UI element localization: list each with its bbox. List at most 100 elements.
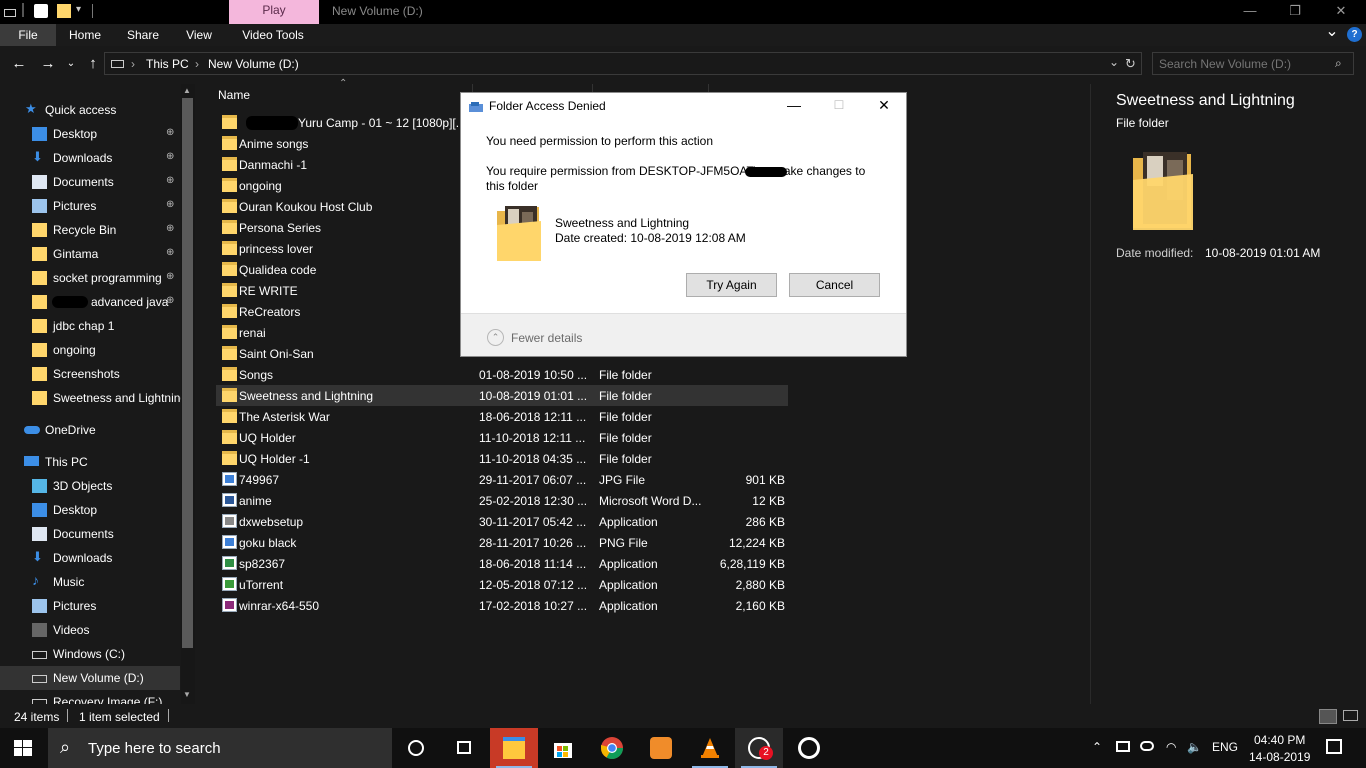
sidebar-item-documents[interactable]: Documents	[0, 522, 180, 546]
large-icons-view-icon[interactable]	[1343, 710, 1358, 721]
column-header-name[interactable]: Name	[218, 88, 250, 102]
tab-home[interactable]: Home	[62, 24, 108, 46]
expand-ribbon-button[interactable]: ⌄	[1322, 21, 1342, 43]
groove-taskbar-button[interactable]	[785, 728, 833, 768]
scroll-up-icon[interactable]: ▲	[183, 86, 191, 95]
up-arrow-icon[interactable]: ↑	[83, 55, 103, 73]
tab-file[interactable]: File	[0, 24, 56, 46]
folder-row[interactable]: UQ Holder 11-10-2018 12:11 ... File folder	[216, 427, 788, 448]
forward-arrow-icon[interactable]: →	[38, 55, 58, 73]
pin-icon[interactable]: ⊕	[166, 271, 174, 282]
maximize-button[interactable]: ❐	[1272, 0, 1318, 24]
nav-scrollbar[interactable]: ▲ ▼	[181, 84, 195, 704]
file-row[interactable]: winrar-x64-550 17-02-2018 10:27 ... Applic…	[216, 595, 788, 616]
nav-scroll-thumb[interactable]	[182, 98, 193, 648]
sidebar-item-gintama[interactable]: Gintama ⊕	[0, 242, 180, 266]
pin-icon[interactable]: ⊕	[166, 247, 174, 258]
folder-row[interactable]: Sweetness and Lightning 10-08-2019 01:01 …	[216, 385, 788, 406]
sidebar-item-3d-objects[interactable]: 3D Objects	[0, 474, 180, 498]
file-row[interactable]: goku black 28-11-2017 10:26 ... PNG File 12…	[216, 532, 788, 553]
sidebar-item-downloads[interactable]: ⬇ Downloads ⊕	[0, 146, 180, 170]
sidebar-item-desktop[interactable]: Desktop ⊕	[0, 122, 180, 146]
app-taskbar-button[interactable]	[637, 728, 685, 768]
tab-video-tools[interactable]: Video Tools	[234, 24, 312, 46]
scroll-down-icon[interactable]: ▼	[183, 690, 191, 699]
search-icon[interactable]: ⌕	[1335, 56, 1342, 71]
sidebar-item-recycle-bin[interactable]: Recycle Bin ⊕	[0, 218, 180, 242]
pin-icon[interactable]: ⊕	[166, 223, 174, 234]
minimize-button[interactable]: —	[1227, 0, 1273, 24]
whatsapp-taskbar-button[interactable]: 2	[735, 728, 783, 768]
chrome-taskbar-button[interactable]	[588, 728, 636, 768]
properties-icon[interactable]	[34, 4, 48, 18]
sidebar-item-screenshots[interactable]: Screenshots	[0, 362, 180, 386]
file-row[interactable]: sp82367 18-06-2018 11:14 ... Application 6,…	[216, 553, 788, 574]
drive-icon[interactable]	[4, 9, 16, 17]
sidebar-item-pictures[interactable]: Pictures	[0, 594, 180, 618]
store-taskbar-button[interactable]	[539, 728, 587, 768]
pin-icon[interactable]: ⊕	[166, 175, 174, 186]
taskbar-search-placeholder[interactable]: Type here to search	[88, 740, 221, 757]
clock-date[interactable]: 14-08-2019	[1249, 750, 1310, 764]
pin-icon[interactable]: ⊕	[166, 127, 174, 138]
sidebar-item-advanced-java[interactable]: advanced java ⊕	[0, 290, 180, 314]
customize-qa-icon[interactable]: ▾	[76, 4, 90, 18]
file-explorer-taskbar-button[interactable]	[490, 728, 538, 768]
tab-share[interactable]: Share	[120, 24, 166, 46]
sidebar-item-pictures[interactable]: Pictures ⊕	[0, 194, 180, 218]
sidebar-item-new-volume-d-[interactable]: New Volume (D:)	[0, 666, 180, 690]
breadcrumb-this-pc[interactable]: This PC	[146, 57, 189, 71]
vlc-taskbar-button[interactable]	[686, 728, 734, 768]
try-again-button[interactable]: Try Again	[686, 273, 777, 297]
file-row[interactable]: uTorrent 12-05-2018 07:12 ... Application 2…	[216, 574, 788, 595]
sidebar-item-onedrive[interactable]: OneDrive	[0, 418, 180, 442]
task-view-button[interactable]	[440, 728, 488, 768]
wifi-icon[interactable]: ◠	[1166, 740, 1176, 754]
sidebar-item-this-pc[interactable]: This PC	[0, 450, 180, 474]
sidebar-item-videos[interactable]: Videos	[0, 618, 180, 642]
tab-view[interactable]: View	[178, 24, 220, 46]
play-context-tab[interactable]: Play	[229, 0, 319, 24]
fewer-details-toggle[interactable]: Fewer details	[511, 331, 582, 345]
folder-row[interactable]: The Asterisk War 18-06-2018 12:11 ... File…	[216, 406, 788, 427]
dialog-close-button[interactable]: ✕	[861, 93, 907, 119]
battery-icon[interactable]	[1116, 741, 1130, 752]
pin-icon[interactable]: ⊕	[166, 151, 174, 162]
show-hidden-icons-icon[interactable]: ⌃	[1092, 740, 1102, 754]
clock-time[interactable]: 04:40 PM	[1254, 733, 1305, 747]
sidebar-item-documents[interactable]: Documents ⊕	[0, 170, 180, 194]
sidebar-item-recovery-image-f-[interactable]: Recovery Image (F:)	[0, 690, 180, 704]
sidebar-item-socket-programming[interactable]: socket programming ⊕	[0, 266, 180, 290]
refresh-icon[interactable]: ↻	[1125, 56, 1136, 72]
search-box[interactable]: ⌕	[1152, 52, 1354, 75]
help-icon[interactable]: ?	[1347, 27, 1362, 42]
recent-locations-icon[interactable]: ⌄	[63, 55, 79, 73]
file-row[interactable]: 749967 29-11-2017 06:07 ... JPG File 901 KB	[216, 469, 788, 490]
sidebar-item-windows-c-[interactable]: Windows (C:)	[0, 642, 180, 666]
language-indicator[interactable]: ENG	[1212, 740, 1238, 754]
onedrive-tray-icon[interactable]	[1140, 741, 1154, 751]
pin-icon[interactable]: ⊕	[166, 295, 174, 306]
cortana-button[interactable]	[392, 728, 440, 768]
file-row[interactable]: dxwebsetup 30-11-2017 05:42 ... Applicatio…	[216, 511, 788, 532]
sidebar-item-downloads[interactable]: ⬇ Downloads	[0, 546, 180, 570]
action-center-icon[interactable]	[1326, 739, 1342, 754]
quick-access[interactable]: ★ Quick access	[0, 98, 180, 122]
address-dropdown-icon[interactable]: ⌄	[1109, 55, 1119, 69]
back-arrow-icon[interactable]: ←	[9, 55, 29, 73]
volume-icon[interactable]: 🔈	[1187, 740, 1202, 754]
sidebar-item-music[interactable]: ♪ Music	[0, 570, 180, 594]
file-row[interactable]: anime 25-02-2018 12:30 ... Microsoft Word …	[216, 490, 788, 511]
sidebar-item-sweetness-and-lightning[interactable]: Sweetness and Lightning	[0, 386, 187, 410]
sidebar-item-jdbc-chap-1[interactable]: jdbc chap 1	[0, 314, 180, 338]
chevron-up-icon[interactable]: ⌃	[487, 329, 504, 346]
search-input[interactable]	[1159, 56, 1329, 72]
pin-icon[interactable]: ⊕	[166, 199, 174, 210]
folder-row[interactable]: Songs 01-08-2019 10:50 ... File folder	[216, 364, 788, 385]
details-view-icon[interactable]	[1319, 709, 1337, 724]
cancel-button[interactable]: Cancel	[789, 273, 880, 297]
sidebar-item-ongoing[interactable]: ongoing	[0, 338, 180, 362]
new-folder-icon[interactable]	[57, 4, 71, 18]
windows-start-icon[interactable]	[14, 740, 32, 756]
taskbar-search-box[interactable]: ⌕ Type here to search	[48, 728, 392, 768]
